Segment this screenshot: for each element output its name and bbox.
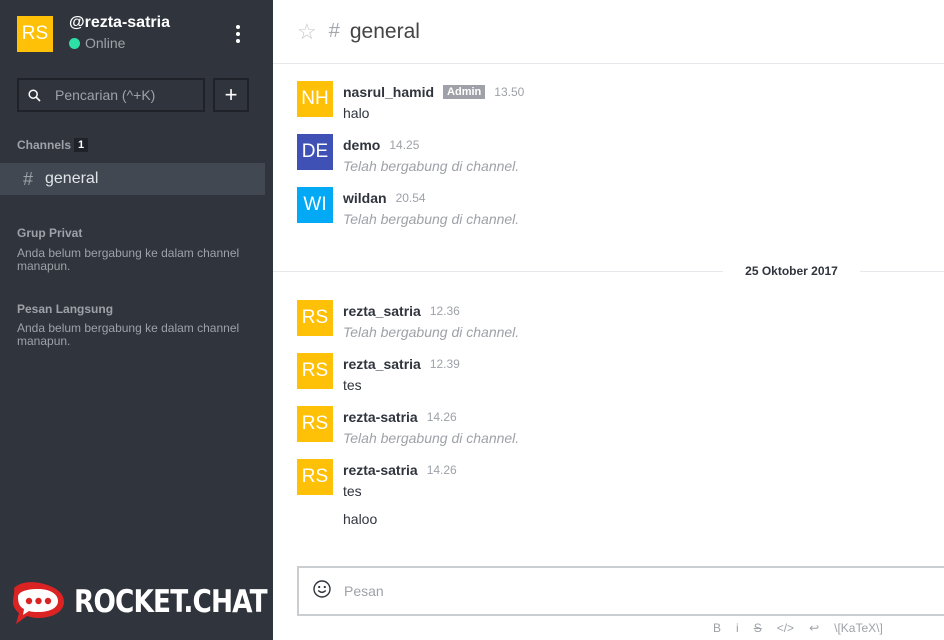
search-input[interactable]: Pencarian (^+K) [17, 78, 205, 112]
sidebar: RS @rezta-satria Online Pencarian (^+K) … [0, 0, 273, 640]
message-time: 12.36 [429, 304, 460, 318]
message-time: 20.54 [395, 191, 426, 205]
date-separator-label: 25 Oktober 2017 [723, 264, 860, 278]
message-time: 14.26 [426, 463, 457, 477]
message-username[interactable]: rezta-satria [343, 462, 418, 478]
online-status-icon [69, 37, 80, 49]
rocket-chat-logo: ROCKET.CHAT [10, 578, 301, 626]
message-text: haloo [343, 511, 378, 527]
message-time: 13.50 [494, 85, 525, 99]
message-text: tes [343, 377, 362, 393]
code-button[interactable]: </> [777, 621, 794, 635]
message-time: 14.26 [426, 410, 457, 424]
create-new-button[interactable]: + [213, 78, 249, 112]
status-label: Online [85, 35, 126, 51]
avatar[interactable]: RS [297, 459, 333, 495]
avatar[interactable]: RS [297, 406, 333, 442]
message-text: Telah bergabung di channel. [343, 158, 520, 174]
search-placeholder: Pencarian (^+K) [55, 87, 156, 103]
message-item: RS rezta-satria 14.26 tes [297, 459, 917, 499]
message-text: halo [343, 105, 370, 121]
message-item: RS rezta_satria 12.39 tes [297, 353, 917, 393]
katex-button[interactable]: \[KaTeX\] [834, 621, 883, 635]
admin-badge: Admin [443, 85, 486, 99]
bold-button[interactable]: B [713, 621, 721, 635]
message-composer[interactable]: Pesan [297, 566, 944, 616]
room-title: general [349, 19, 420, 43]
message-item: WI wildan 20.54 Telah bergabung di chann… [297, 187, 917, 227]
italic-button[interactable]: i [736, 621, 739, 635]
emoji-icon[interactable] [313, 579, 331, 603]
direct-messages-empty: Anda belum bergabung ke dalam channel ma… [17, 321, 240, 348]
direct-messages-title: Pesan Langsung [17, 302, 114, 316]
logo-text: ROCKET.CHAT [74, 584, 268, 620]
user-header[interactable]: RS @rezta-satria Online [17, 14, 257, 54]
channels-title: Channels [17, 138, 72, 152]
message-item: RS rezta-satria 14.26 Telah bergabung di… [297, 406, 917, 446]
hash-icon: # [328, 20, 340, 42]
user-avatar[interactable]: RS [17, 16, 53, 52]
avatar[interactable]: DE [297, 134, 333, 170]
message-item: DE demo 14.25 Telah bergabung di channel… [297, 134, 917, 174]
avatar[interactable]: RS [297, 353, 333, 389]
avatar[interactable]: WI [297, 187, 333, 223]
username[interactable]: @rezta-satria [69, 14, 170, 32]
message-username[interactable]: rezta-satria [343, 409, 418, 425]
message-input[interactable]: Pesan [344, 583, 384, 599]
message-username[interactable]: nasrul_hamid [343, 84, 434, 100]
formatting-toolbar: B i S </> ↩ \[KaTeX\] [713, 621, 898, 635]
message-time: 14.25 [389, 138, 420, 152]
message-username[interactable]: rezta_satria [343, 356, 421, 372]
message-text: Telah bergabung di channel. [343, 211, 520, 227]
rocket-chat-logo-icon [13, 582, 64, 624]
newline-icon[interactable]: ↩ [809, 621, 819, 635]
star-icon[interactable]: ☆ [297, 19, 317, 45]
avatar[interactable]: NH [297, 81, 333, 117]
strike-button[interactable]: S [754, 621, 762, 635]
user-status: Online [69, 35, 125, 51]
more-options-icon[interactable] [236, 25, 240, 43]
avatar[interactable]: RS [297, 300, 333, 336]
message-time: 12.39 [429, 357, 460, 371]
private-groups-empty: Anda belum bergabung ke dalam channel ma… [17, 246, 240, 273]
message-username[interactable]: rezta_satria [343, 303, 421, 319]
message-text: Telah bergabung di channel. [343, 324, 520, 340]
search-icon [19, 88, 49, 102]
hash-icon: # [22, 168, 33, 189]
sidebar-item-label: general [45, 170, 99, 187]
private-groups-title: Grup Privat [17, 226, 83, 240]
message-text: tes [343, 483, 362, 499]
message-text: Telah bergabung di channel. [343, 430, 520, 446]
channels-section-title: Channels 1 [17, 138, 89, 152]
message-item: NH nasrul_hamid Admin 13.50 halo [297, 81, 917, 121]
message-username[interactable]: demo [343, 137, 380, 153]
message-username[interactable]: wildan [343, 190, 387, 206]
room-header: ☆ # general [273, 0, 944, 64]
sidebar-item-general[interactable]: # general [0, 163, 265, 195]
message-item: RS rezta_satria 12.36 Telah bergabung di… [297, 300, 917, 340]
channels-count-badge: 1 [74, 138, 89, 152]
main-panel: ☆ # general NH nasrul_hamid Admin 13.50 … [273, 0, 944, 640]
